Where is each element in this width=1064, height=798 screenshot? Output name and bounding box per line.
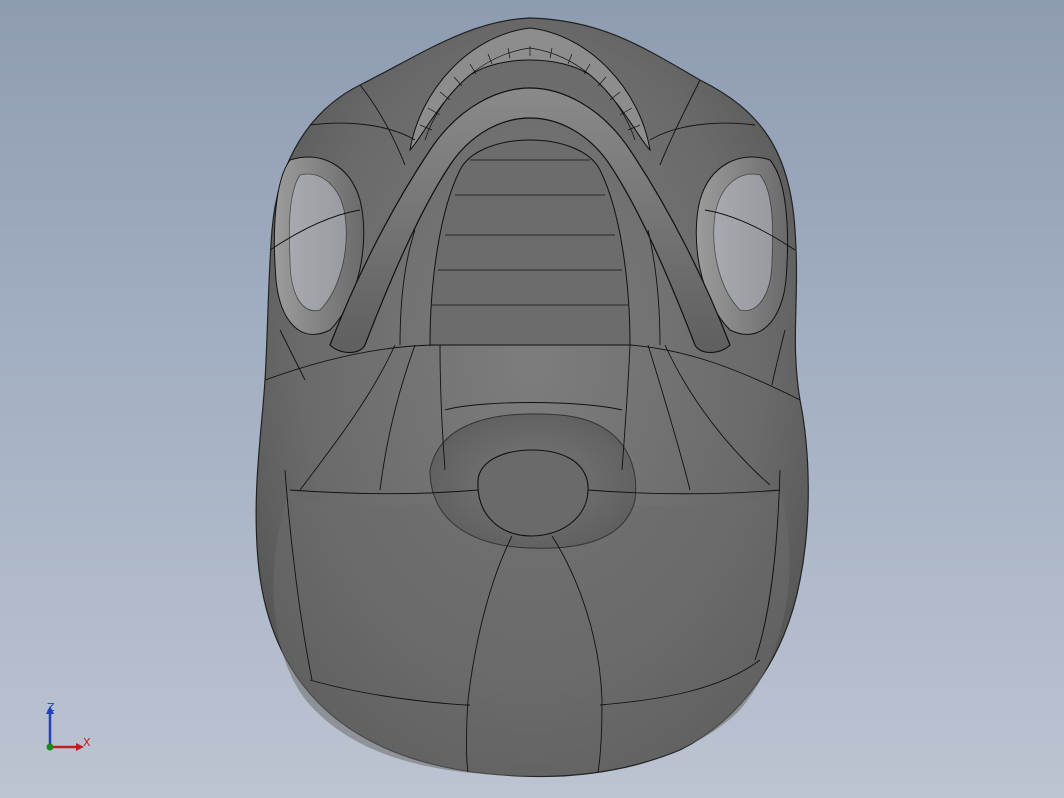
x-axis-label: X xyxy=(83,736,91,749)
palate xyxy=(429,139,631,346)
graphics-viewport[interactable]: Z X xyxy=(0,0,1064,798)
foramen-magnum xyxy=(477,449,589,537)
z-axis-label: Z xyxy=(47,701,55,714)
triad-origin xyxy=(46,743,54,751)
coordinate-triad: Z X xyxy=(38,696,98,756)
skull-model[interactable] xyxy=(0,0,1064,798)
